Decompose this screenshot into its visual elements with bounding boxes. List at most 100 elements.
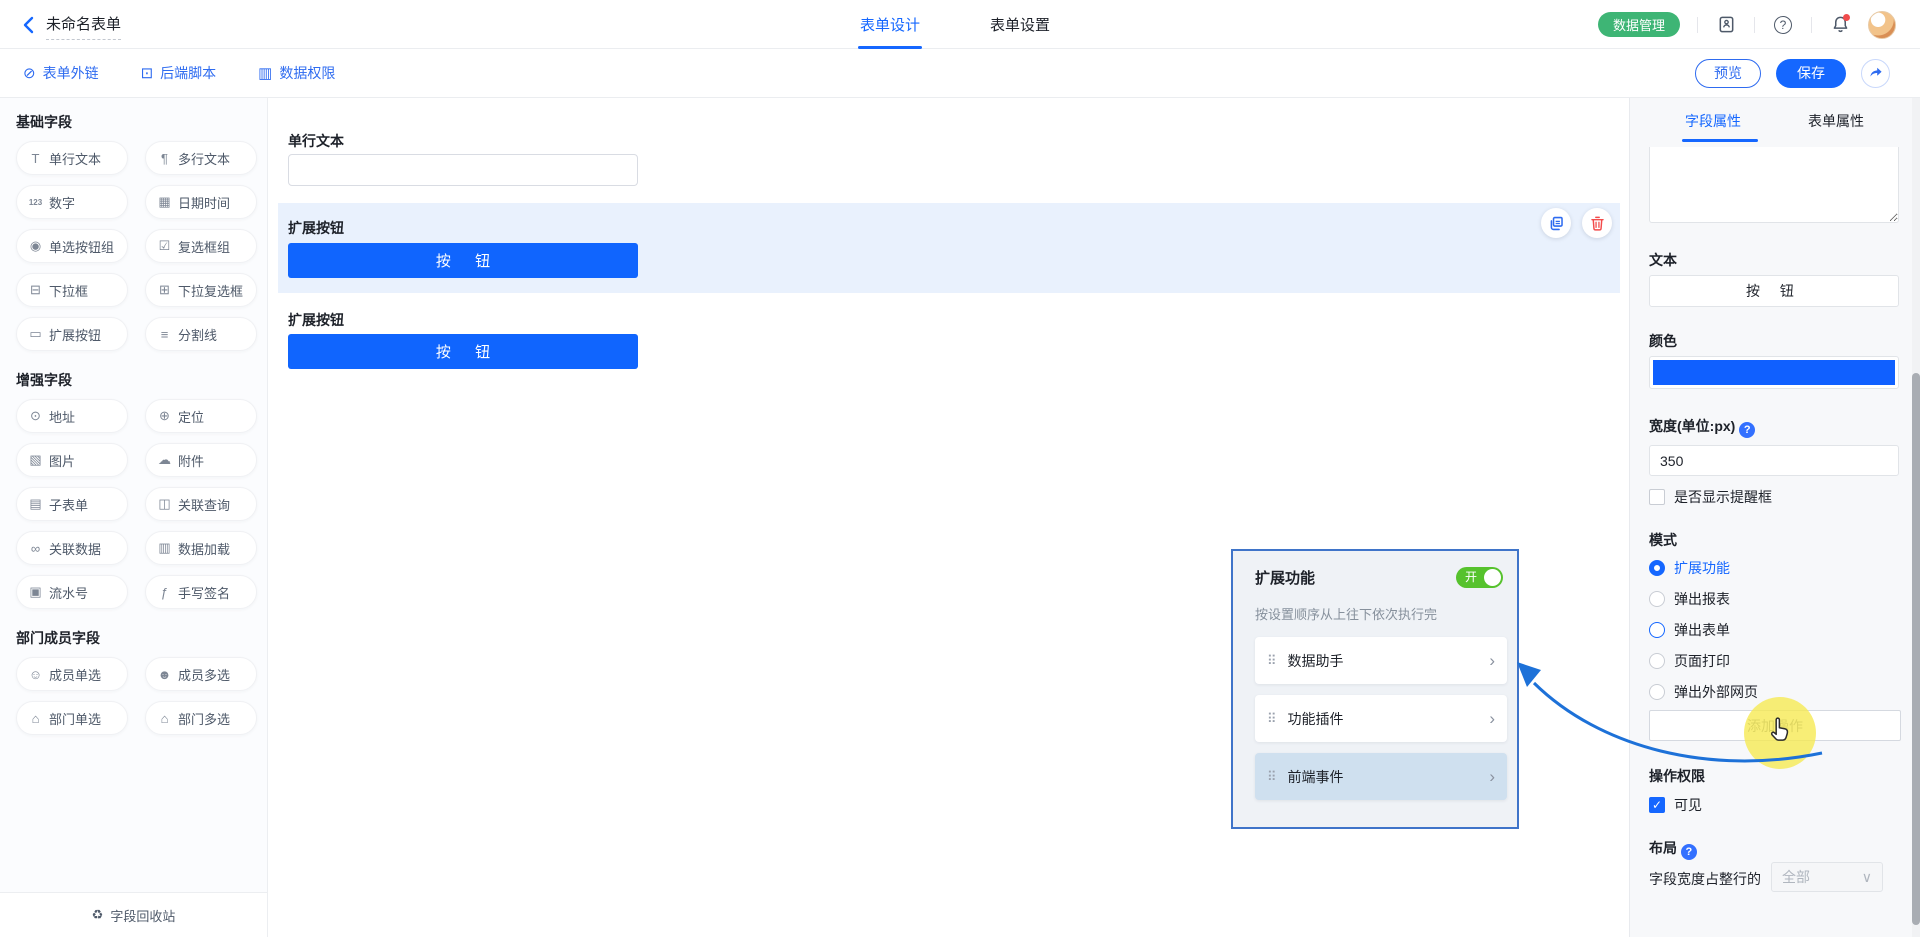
field-datetime[interactable]: ▦日期时间 [145,185,257,219]
calendar-icon: ▦ [156,194,173,210]
field-radio-group[interactable]: ◉单选按钮组 [16,229,128,263]
copy-field-button[interactable] [1541,208,1571,238]
layout-width-label: 字段宽度占整行的 [1649,869,1761,889]
visible-checkbox[interactable]: ✓ [1649,797,1665,813]
single-line-text-input[interactable] [288,154,638,186]
back-icon[interactable] [18,13,42,37]
field-single-line-text[interactable]: T单行文本 [16,141,128,175]
field-dept-multi[interactable]: ⌂部门多选 [145,701,257,735]
notification-bell-icon[interactable] [1829,14,1851,36]
color-label: 颜色 [1649,331,1677,351]
field-location[interactable]: ⊕定位 [145,399,257,433]
field-multi-line-text[interactable]: ¶多行文本 [145,141,257,175]
field-divider[interactable]: ≡分割线 [145,317,257,351]
width-input[interactable] [1649,445,1899,476]
form-external-link[interactable]: ⊘ 表单外链 [23,63,99,83]
topbar-right-cluster: 数据管理 ? [1598,0,1896,49]
radio-button[interactable] [1649,560,1665,576]
divider [1697,17,1698,33]
mode-extend-function[interactable]: 扩展功能 [1649,558,1730,578]
popup-item-data-assistant[interactable]: ⠿数据助手› [1255,637,1507,684]
delete-field-button[interactable] [1582,208,1612,238]
field-linked-data[interactable]: ∞关联数据 [16,531,128,565]
field-serial-number[interactable]: ▣流水号 [16,575,128,609]
save-button[interactable]: 保存 [1776,59,1846,88]
backend-script-link[interactable]: ⊡ 后端脚本 [141,63,217,83]
data-permission-link[interactable]: ▥ 数据权限 [258,63,335,83]
radio-button[interactable] [1649,591,1665,607]
members-icon: ☻ [156,667,173,682]
layout-help-icon[interactable]: ? [1681,844,1697,860]
field-description-textarea[interactable] [1649,147,1899,223]
form-title[interactable]: 未命名表单 [46,13,121,40]
user-avatar[interactable] [1868,11,1896,39]
field-multi-select[interactable]: ⊞下拉复选框 [145,273,257,307]
field-dept-single[interactable]: ⌂部门单选 [16,701,128,735]
tab-form-properties[interactable]: 表单属性 [1808,111,1864,131]
button-text-input[interactable] [1649,275,1899,307]
extend-function-toggle[interactable]: 开 [1456,567,1503,588]
attachment-icon: ☁ [156,452,173,468]
layout-width-select[interactable]: 全部 ∨ [1771,862,1883,892]
width-help-icon[interactable]: ? [1739,422,1755,438]
drag-handle-icon[interactable]: ⠿ [1267,711,1277,727]
visible-checkbox-row[interactable]: ✓ 可见 [1649,795,1702,815]
mode-popup-form[interactable]: 弹出表单 [1649,620,1730,640]
preview-button[interactable]: 预览 [1695,59,1761,88]
reminder-checkbox[interactable] [1649,489,1665,505]
data-manage-button[interactable]: 数据管理 [1598,12,1680,37]
selected-extend-button-field[interactable]: 扩展按钮 按 钮 [278,203,1620,293]
field-subform[interactable]: ▤子表单 [16,487,128,521]
mode-popup-external-page[interactable]: 弹出外部网页 [1649,682,1758,702]
radio-button[interactable] [1649,653,1665,669]
field-data-load[interactable]: ▥数据加载 [145,531,257,565]
field-recycle-bin[interactable]: ♻ 字段回收站 [0,892,268,937]
chevron-right-icon: › [1489,651,1495,671]
drag-handle-icon[interactable]: ⠿ [1267,769,1277,785]
popup-item-frontend-event[interactable]: ⠿前端事件› [1255,753,1507,800]
mode-page-print[interactable]: 页面打印 [1649,651,1730,671]
vertical-scrollbar-thumb[interactable] [1912,373,1920,925]
field-label: 扩展按钮 [288,218,344,238]
extend-function-popup: 扩展功能 开 按设置顺序从上往下依次执行完 ⠿数据助手›⠿功能插件›⠿前端事件› [1231,549,1519,829]
select-chevron-icon: ∨ [1862,869,1872,886]
field-linked-query[interactable]: ◫关联查询 [145,487,257,521]
field-checkbox-group[interactable]: ☑复选框组 [145,229,257,263]
subform-icon: ▤ [27,496,44,512]
field-label: 扩展按钮 [288,310,344,330]
color-picker-swatch[interactable] [1649,356,1899,389]
share-button[interactable] [1861,59,1890,88]
script-icon: ⊡ [141,64,154,82]
reminder-checkbox-row[interactable]: 是否显示提醒框 [1649,487,1772,507]
mode-popup-report[interactable]: 弹出报表 [1649,589,1730,609]
top-tabs: 表单设计 表单设置 [860,0,1050,49]
extend-button-preview[interactable]: 按 钮 [288,334,638,369]
popup-title: 扩展功能 [1255,567,1315,588]
tab-form-settings[interactable]: 表单设置 [990,0,1050,49]
field-select[interactable]: ⊟下拉框 [16,273,128,307]
field-member-multi[interactable]: ☻成员多选 [145,657,257,691]
field-address[interactable]: ⊙地址 [16,399,128,433]
address-book-icon[interactable] [1715,14,1737,36]
field-signature[interactable]: ƒ手写签名 [145,575,257,609]
layout-label: 布局 ? [1649,838,1697,860]
help-icon[interactable]: ? [1772,14,1794,36]
field-member-single[interactable]: ☺成员单选 [16,657,128,691]
radio-icon: ◉ [27,238,44,254]
radio-button[interactable] [1649,684,1665,700]
popup-item-function-plugin[interactable]: ⠿功能插件› [1255,695,1507,742]
radio-button[interactable] [1649,622,1665,638]
multi-text-icon: ¶ [156,151,173,166]
single-text-icon: T [27,151,44,166]
field-image[interactable]: ▧图片 [16,443,128,477]
tab-form-design[interactable]: 表单设计 [860,0,920,49]
field-attachment[interactable]: ☁附件 [145,443,257,477]
extend-button-preview[interactable]: 按 钮 [288,243,638,278]
drag-handle-icon[interactable]: ⠿ [1267,653,1277,669]
sidebar-section-title: 部门成员字段 [16,628,251,646]
field-number[interactable]: 123数字 [16,185,128,219]
property-panel: 字段属性 表单属性 文本 颜色 宽度(单位:px) ? 是否显示提醒框 模式 扩… [1629,98,1920,937]
tab-field-properties[interactable]: 字段属性 [1685,111,1741,131]
field-extend-button[interactable]: ▭扩展按钮 [16,317,128,351]
sidebar-section-title: 基础字段 [16,112,251,130]
